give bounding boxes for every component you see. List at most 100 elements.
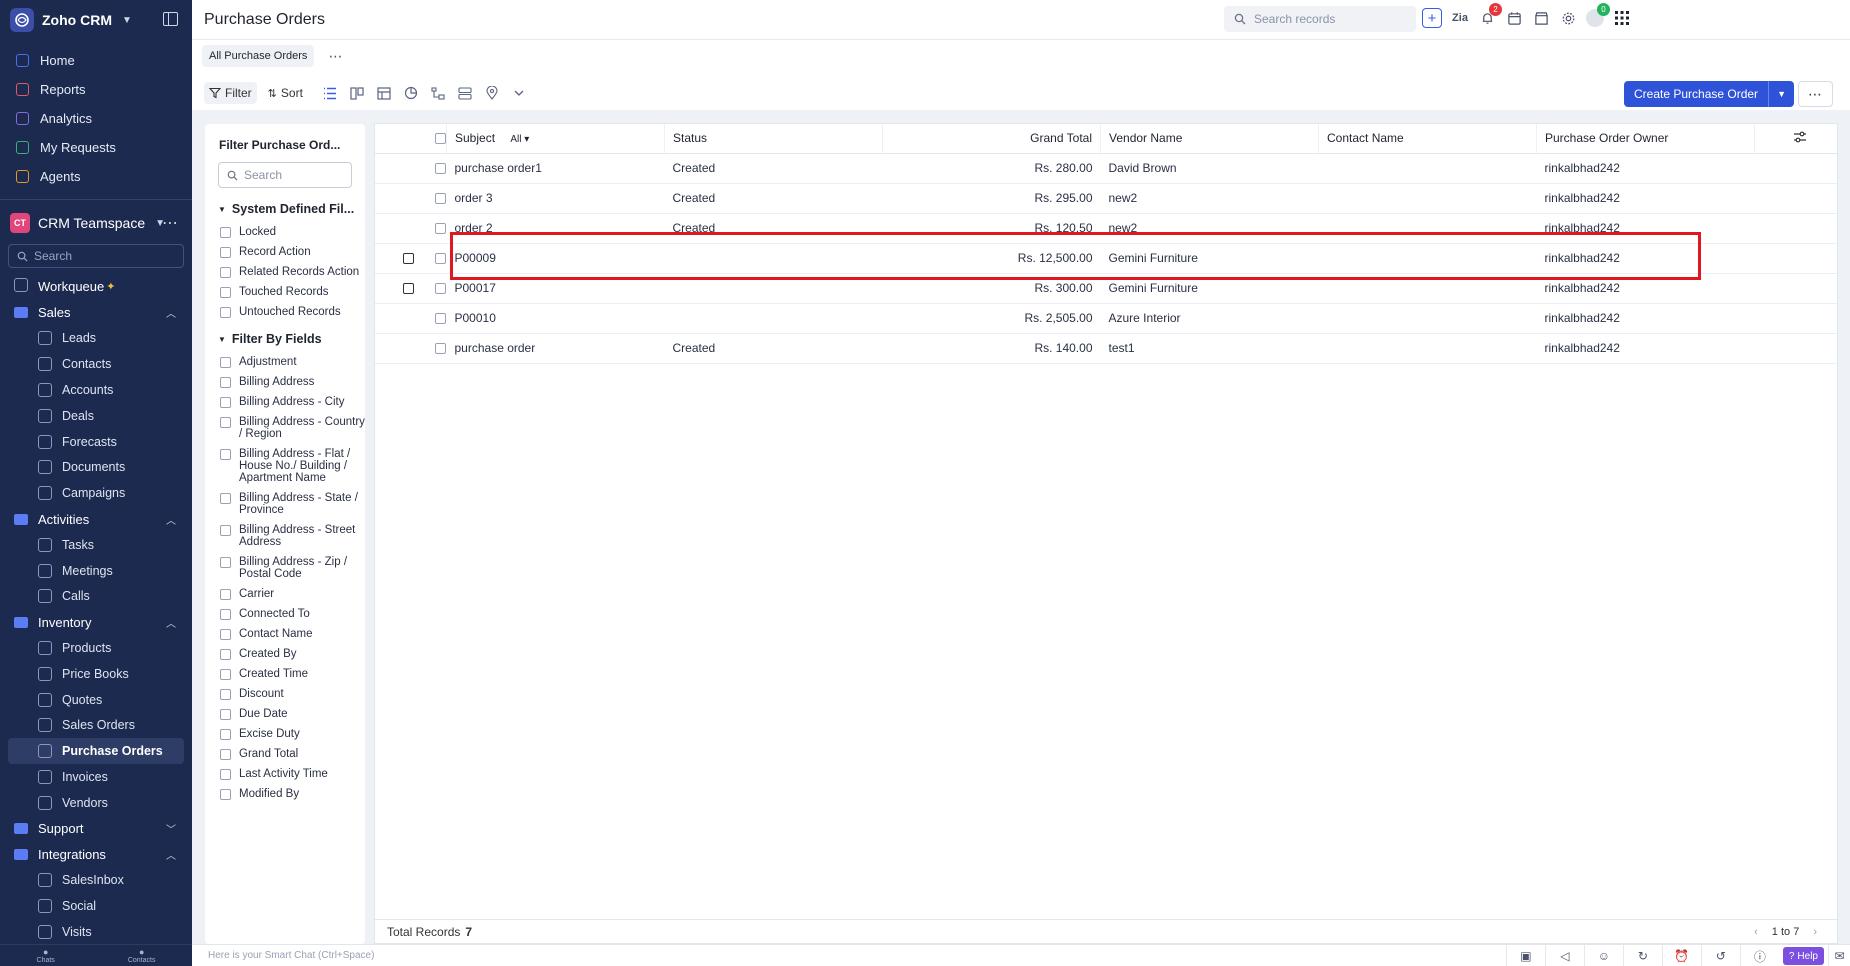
sidebar-item-social[interactable]: Social — [8, 893, 184, 919]
vendor-name-cell[interactable]: David Brown — [1100, 153, 1319, 184]
sidebar-item-deals[interactable]: Deals — [8, 403, 184, 429]
filter-option[interactable]: Record Action — [205, 246, 365, 258]
filter-option[interactable]: Created Time — [205, 668, 365, 680]
sidebar-item-home[interactable]: Home — [8, 46, 184, 75]
sidebar-section-inventory[interactable]: Inventory ︿ — [8, 609, 184, 635]
table-row[interactable]: P00009 Rs. 12,500.00 Gemini Furniture rinka… — [375, 243, 1837, 274]
row-checkbox[interactable] — [435, 162, 446, 174]
field-filters-heading[interactable]: ▼ Filter By Fields — [205, 332, 365, 346]
sidebar-item-meetings[interactable]: Meetings — [8, 558, 184, 584]
filter-checkbox[interactable] — [220, 287, 231, 298]
apps-grid-icon[interactable] — [1613, 9, 1631, 27]
filter-option[interactable]: Locked — [205, 226, 365, 238]
vendor-name-cell[interactable]: Azure Interior — [1100, 303, 1319, 334]
contact-name-cell[interactable] — [1318, 273, 1537, 304]
feedback-icon[interactable]: ✉ — [1828, 945, 1850, 966]
contact-name-cell[interactable] — [1318, 183, 1537, 214]
filter-checkbox[interactable] — [220, 247, 231, 258]
filter-option[interactable]: Due Date — [205, 708, 365, 720]
map-pin-icon[interactable] — [484, 85, 500, 101]
filter-option[interactable]: Contact Name — [205, 628, 365, 640]
sidebar-item-products[interactable]: Products — [8, 635, 184, 661]
filter-option[interactable]: Discount — [205, 688, 365, 700]
filter-checkbox[interactable] — [220, 689, 231, 700]
row-checkbox[interactable] — [435, 312, 446, 324]
more-icon[interactable]: ⋯ — [320, 48, 351, 65]
sidebar-item-reports[interactable]: Reports — [8, 75, 184, 104]
chevron-right-icon[interactable]: › — [1813, 926, 1817, 938]
column-grand-total[interactable]: Grand Total — [882, 124, 1101, 154]
filter-checkbox[interactable] — [220, 449, 231, 460]
sidebar-search-input[interactable]: Search — [8, 244, 184, 268]
row-checkbox[interactable] — [435, 252, 446, 264]
filter-checkbox[interactable] — [220, 629, 231, 640]
column-settings-icon[interactable] — [1793, 131, 1807, 143]
filter-checkbox[interactable] — [220, 557, 231, 568]
subject-filter-dropdown[interactable]: All ▾ — [510, 134, 529, 145]
filter-checkbox[interactable] — [220, 729, 231, 740]
list-view-icon[interactable] — [322, 85, 338, 101]
chevron-down-icon[interactable] — [511, 85, 527, 101]
column-contact-name[interactable]: Contact Name — [1318, 124, 1537, 154]
sidebar-section-activities[interactable]: Activities ︿ — [8, 506, 184, 532]
sidebar-item-calls[interactable]: Calls — [8, 584, 184, 610]
history-icon[interactable]: ↺ — [1700, 945, 1740, 966]
filter-checkbox[interactable] — [220, 357, 231, 368]
filter-option[interactable]: Adjustment — [205, 356, 365, 368]
marketplace-icon[interactable] — [1532, 9, 1550, 27]
sidebar-item-salesinbox[interactable]: SalesInbox — [8, 867, 184, 893]
system-filters-heading[interactable]: ▼ System Defined Fil... — [205, 202, 365, 216]
filter-checkbox[interactable] — [220, 267, 231, 278]
filter-checkbox[interactable] — [220, 789, 231, 800]
smart-chat-input[interactable]: Here is your Smart Chat (Ctrl+Space) — [208, 950, 374, 961]
filter-option[interactable]: Untouched Records — [205, 306, 365, 318]
filter-option[interactable]: Grand Total — [205, 748, 365, 760]
subject-cell[interactable]: P00009 — [446, 243, 665, 274]
sidebar-item-invoices[interactable]: Invoices — [8, 764, 184, 790]
subject-cell[interactable]: order 2 — [446, 213, 665, 244]
filter-checkbox[interactable] — [220, 649, 231, 660]
sidebar-item-sales-orders[interactable]: Sales Orders — [8, 713, 184, 739]
sidebar-item-analytics[interactable]: Analytics — [8, 104, 184, 133]
contact-name-cell[interactable] — [1318, 153, 1537, 184]
quick-create-icon[interactable]: + — [1422, 8, 1442, 28]
subject-cell[interactable]: P00017 — [446, 273, 665, 304]
sidebar-item-leads[interactable]: Leads — [8, 326, 184, 352]
sidebar-collapse-icon[interactable] — [163, 12, 178, 26]
subject-cell[interactable]: P00010 — [446, 303, 665, 334]
bell-icon[interactable]: 2 — [1478, 3, 1502, 27]
sidebar-item-forecasts[interactable]: Forecasts — [8, 429, 184, 455]
contact-name-cell[interactable] — [1318, 213, 1537, 244]
sidebar-item-purchase-orders[interactable]: Purchase Orders — [8, 738, 184, 765]
screen-share-icon[interactable]: ▣ — [1505, 945, 1545, 966]
more-actions-button[interactable]: ⋯ — [1798, 81, 1833, 107]
filter-checkbox[interactable] — [220, 609, 231, 620]
sidebar-item-quotes[interactable]: Quotes — [8, 687, 184, 713]
sort-button[interactable]: ⇅ Sort — [263, 82, 308, 104]
sidebar-item-vendors[interactable]: Vendors — [8, 790, 184, 816]
select-all-checkbox[interactable] — [435, 132, 446, 144]
filter-option[interactable]: Billing Address - Flat / House No./ Buil… — [205, 448, 365, 484]
filter-option[interactable]: Billing Address - Zip / Postal Code — [205, 556, 365, 580]
filter-search-input[interactable]: Search — [218, 162, 352, 188]
alarm-icon[interactable]: ⏰ — [1661, 945, 1701, 966]
filter-option[interactable]: Touched Records — [205, 286, 365, 298]
subject-cell[interactable]: purchase order1 — [446, 153, 665, 184]
info-icon[interactable]: ⓘ — [1739, 945, 1779, 966]
more-icon[interactable]: ⋯ — [162, 213, 178, 233]
sidebar-item-workqueue[interactable]: Workqueue ✦ — [8, 274, 184, 300]
global-search-input[interactable]: Search records — [1224, 6, 1416, 32]
vendor-name-cell[interactable]: new2 — [1100, 183, 1319, 214]
zia-icon[interactable]: Zia — [1451, 9, 1469, 27]
table-row[interactable]: purchase order1 Created Rs. 280.00 David Br… — [375, 153, 1837, 184]
filter-option[interactable]: Billing Address - City — [205, 396, 365, 408]
create-purchase-order-button[interactable]: Create Purchase Order — [1624, 81, 1769, 107]
filter-option[interactable]: Billing Address - Street Address — [205, 524, 365, 548]
filter-option[interactable]: Billing Address - Country / Region — [205, 416, 365, 440]
contact-name-cell[interactable] — [1318, 243, 1537, 274]
filter-option[interactable]: Created By — [205, 648, 365, 660]
vendor-name-cell[interactable]: test1 — [1100, 333, 1319, 364]
hierarchy-view-icon[interactable] — [430, 85, 446, 101]
help-button[interactable]: ? Help — [1782, 947, 1824, 965]
filter-checkbox[interactable] — [220, 227, 231, 238]
